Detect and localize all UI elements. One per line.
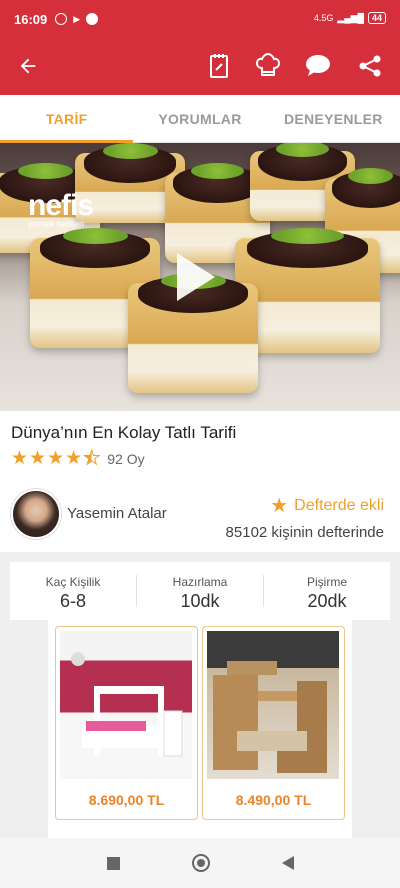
status-time: 16:09 <box>14 11 48 27</box>
status-bar: 16:09 ▶ 4.5G ▂▄▆█ 44 <box>0 0 400 38</box>
author-avatar[interactable] <box>11 489 61 539</box>
star-icon: ★ <box>47 448 65 469</box>
play-store-icon: ▶ <box>73 13 81 24</box>
signal-icon: ▂▄▆█ <box>337 12 364 23</box>
app-bar <box>0 38 400 95</box>
favorite-label: Defterde ekli <box>294 496 384 514</box>
nefis-logo: nefis yemek tarifleri <box>28 189 94 229</box>
alarm-icon <box>55 13 68 25</box>
recipe-video-thumbnail[interactable]: nefis yemek tarifleri <box>0 143 400 411</box>
back-button[interactable] <box>281 856 294 870</box>
stat-cook-time: Pişirme 20dk <box>306 575 347 611</box>
recipe-info: Dünya’nın En Kolay Tatlı Tarifi ★ ★ ★ ★ … <box>0 411 400 552</box>
author-name[interactable]: Yasemin Atalar <box>67 505 167 522</box>
star-icon: ★ <box>11 448 29 469</box>
system-nav-bar <box>0 838 400 888</box>
star-icon: ★ <box>65 448 83 469</box>
recipe-title: Dünya’nın En Kolay Tatlı Tarifi <box>11 423 237 442</box>
half-star-icon: ★ <box>83 448 101 469</box>
favorite-count: 85102 kişinin defterinde <box>225 524 384 541</box>
vote-count: 92 Oy <box>107 451 145 467</box>
star-icon: ★ <box>270 495 289 517</box>
back-arrow-icon[interactable] <box>14 52 42 80</box>
star-icon: ★ <box>29 448 47 469</box>
notification-icon <box>86 13 99 25</box>
rating[interactable]: ★ ★ ★ ★ ★ 92 Oy <box>11 448 145 469</box>
wooden-loft-bed-image <box>207 631 339 779</box>
tab-yorumlar[interactable]: YORUMLAR <box>133 95 266 142</box>
recipe-stats: Kaç Kişilik 6-8 Hazırlama 10dk Pişirme 2… <box>10 562 390 620</box>
ad-price: 8.690,00 TL <box>88 792 165 808</box>
home-button[interactable] <box>191 854 210 872</box>
battery-icon: 44 <box>367 12 386 24</box>
tab-bar: TARİF YORUMLAR DENEYENLER <box>0 95 400 143</box>
ad-price: 8.490,00 TL <box>235 792 312 808</box>
comment-icon[interactable] <box>304 52 332 80</box>
network-type: 4.5G <box>313 13 334 23</box>
stat-servings: Kaç Kişilik 6-8 <box>10 575 137 611</box>
favorite-button[interactable]: ★ Defterde ekli <box>270 493 384 518</box>
recents-button[interactable] <box>106 856 120 870</box>
stat-prep-time: Hazırlama 10dk <box>137 575 264 611</box>
notebook-icon[interactable] <box>205 52 233 80</box>
ad-product-card[interactable]: 8.490,00 TL <box>202 626 345 820</box>
tab-tarif[interactable]: TARİF <box>0 95 133 142</box>
chef-hat-icon[interactable] <box>254 52 282 80</box>
share-icon[interactable] <box>356 52 384 80</box>
bunk-bed-image <box>60 631 192 779</box>
play-icon[interactable] <box>177 253 215 301</box>
ad-product-card[interactable]: 8.690,00 TL <box>55 626 198 820</box>
ad-banner: 8.690,00 TL 8.490,00 TL <box>48 618 352 850</box>
tab-deneyenler[interactable]: DENEYENLER <box>267 95 400 142</box>
